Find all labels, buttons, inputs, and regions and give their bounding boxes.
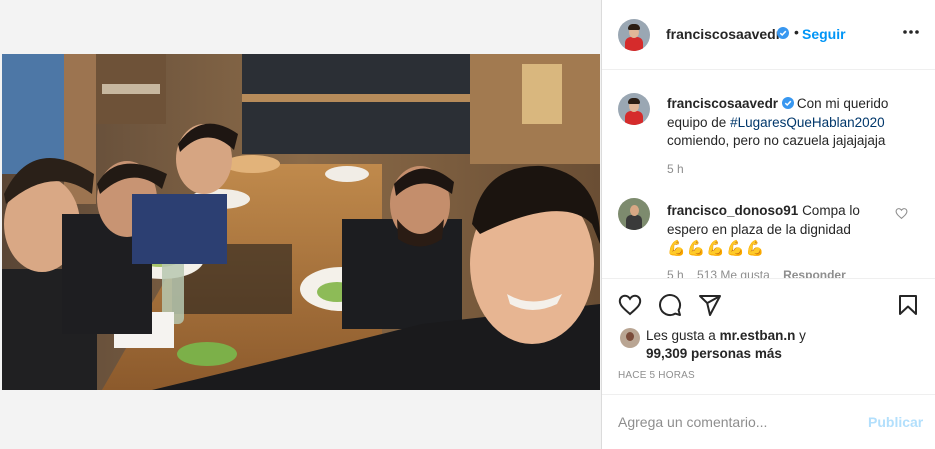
- post-photo[interactable]: [2, 54, 600, 390]
- add-comment-bar: Publicar: [602, 394, 935, 449]
- instagram-post-modal: franciscosaavedr • Seguir franciscosaave…: [0, 0, 935, 449]
- likes-prefix: Les gusta a: [646, 328, 720, 343]
- comment-emojis: 💪💪💪💪💪: [667, 240, 766, 257]
- commenter-avatar[interactable]: [618, 198, 650, 230]
- caption-time: 5 h: [667, 162, 684, 176]
- comment-reply-button[interactable]: Responder: [783, 268, 846, 278]
- caption-text-after: comiendo, pero no cazuela jajajajaja: [667, 133, 886, 148]
- bookmark-icon[interactable]: [896, 293, 920, 317]
- follow-button[interactable]: Seguir: [802, 26, 846, 42]
- heart-icon[interactable]: [618, 293, 642, 317]
- verified-badge-icon: [777, 27, 789, 39]
- author-avatar[interactable]: [618, 19, 650, 51]
- post-caption: franciscosaavedr Con mi querido equipo d…: [667, 95, 907, 151]
- share-icon[interactable]: [698, 293, 722, 317]
- post-timestamp[interactable]: HACE 5 HORAS: [618, 370, 695, 381]
- comment-item: francisco_donoso91 Compa lo espero en pl…: [667, 202, 882, 259]
- verified-badge-icon: [781, 97, 794, 109]
- post-action-bar: [602, 278, 935, 328]
- comment-meta: 5 h 513 Me gusta Responder: [667, 268, 856, 278]
- comment-likes[interactable]: 513 Me gusta: [697, 268, 770, 278]
- comments-list[interactable]: franciscosaavedr Con mi querido equipo d…: [602, 71, 935, 278]
- comment-username[interactable]: francisco_donoso91: [667, 203, 798, 218]
- likes-count[interactable]: 99,309 personas más: [646, 346, 782, 361]
- caption-author-avatar[interactable]: [618, 93, 650, 125]
- caption-hashtag[interactable]: #LugaresQueHablan2020: [730, 115, 885, 130]
- liker-avatar[interactable]: [620, 328, 640, 348]
- liker-username[interactable]: mr.estban.n: [720, 328, 796, 343]
- likes-conj: y: [795, 328, 806, 343]
- likes-text: Les gusta a mr.estban.n y 99,309 persona…: [646, 327, 806, 363]
- comment-icon[interactable]: [658, 293, 682, 317]
- post-photo-illustration: [2, 54, 600, 390]
- header-separator: •: [794, 24, 799, 40]
- author-username[interactable]: franciscosaavedr: [666, 26, 781, 42]
- comment-like-heart-icon[interactable]: [895, 207, 908, 220]
- post-side-panel: franciscosaavedr • Seguir franciscosaave…: [601, 0, 935, 449]
- comment-time: 5 h: [667, 268, 684, 278]
- more-options-icon[interactable]: [900, 22, 922, 42]
- post-header: franciscosaavedr • Seguir: [602, 0, 935, 70]
- publish-button[interactable]: Publicar: [868, 414, 923, 430]
- comment-input[interactable]: [618, 412, 848, 432]
- caption-username[interactable]: franciscosaavedr: [667, 96, 778, 111]
